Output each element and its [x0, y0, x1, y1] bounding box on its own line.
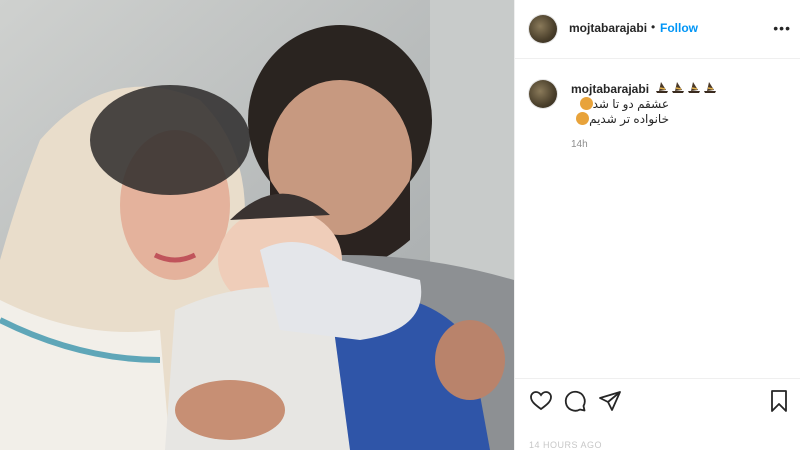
posted-time: 14 HOURS AGO [529, 440, 603, 450]
header-username[interactable]: mojtabarajabi [569, 21, 647, 35]
separator-dot: • [651, 20, 656, 34]
caption-line-2-text: خانواده تر شدیم [589, 112, 669, 126]
follow-button[interactable]: Follow [660, 21, 698, 35]
family-photo-illustration [0, 0, 514, 450]
heart-eyes-emoji-icon [579, 97, 593, 110]
caption-avatar[interactable] [529, 80, 557, 108]
post-photo[interactable] [0, 0, 514, 450]
caption-line-2: خانواده تر شدیم [574, 112, 669, 126]
caption-emojis [655, 80, 717, 94]
hat-emoji-icon [671, 80, 685, 94]
hat-emoji-icon [655, 80, 669, 94]
caption-time[interactable]: 14h [571, 139, 588, 150]
hat-emoji-icon [687, 80, 701, 94]
post-header: mojtabarajabi • Follow ••• [515, 0, 800, 59]
heart-eyes-emoji-icon [576, 112, 590, 125]
action-bar [515, 378, 800, 423]
bookmark-icon[interactable] [767, 389, 791, 413]
avatar[interactable] [529, 15, 557, 43]
more-icon[interactable]: ••• [773, 20, 791, 36]
caption-line-1: عشقم دو تا شد [578, 97, 669, 111]
share-icon[interactable] [598, 389, 622, 413]
comment-icon[interactable] [563, 389, 587, 413]
caption-line-1-text: عشقم دو تا شد [592, 97, 669, 111]
post-side-panel: mojtabarajabi • Follow ••• mojtabarajabi… [514, 0, 800, 450]
caption-username[interactable]: mojtabarajabi [571, 82, 649, 96]
hat-emoji-icon [703, 80, 717, 94]
heart-icon[interactable] [529, 389, 553, 413]
